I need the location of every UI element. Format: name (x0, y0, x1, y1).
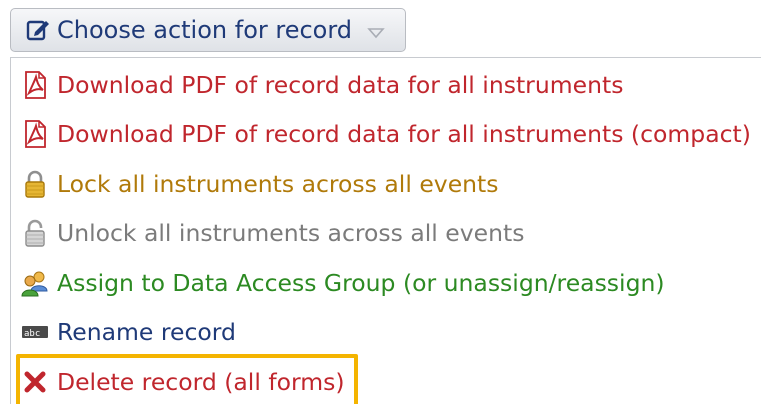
page: Choose action for record Download PDF of… (0, 0, 761, 404)
menu-item-download-pdf[interactable]: Download PDF of record data for all inst… (11, 63, 623, 107)
rename-icon: abc (21, 318, 49, 346)
caret-down-icon (367, 24, 385, 43)
edit-icon (25, 17, 51, 43)
menu-item-delete-record[interactable]: Delete record (all forms) (11, 360, 345, 404)
menu-item-label: Download PDF of record data for all inst… (57, 71, 624, 99)
menu-item-label: Download PDF of record data for all inst… (57, 120, 751, 148)
lock-icon (21, 170, 49, 198)
record-actions-menu: Download PDF of record data for all inst… (10, 57, 761, 404)
svg-text:abc: abc (24, 329, 40, 339)
pdf-icon (21, 120, 49, 148)
menu-item-label: Unlock all instruments across all events (57, 219, 525, 247)
menu-item-unlock-all[interactable]: Unlock all instruments across all events (11, 211, 524, 255)
menu-item-label: Delete record (all forms) (57, 368, 345, 396)
menu-item-label: Lock all instruments across all events (57, 170, 499, 198)
menu-item-rename-record[interactable]: abc Rename record (11, 310, 236, 354)
menu-item-download-pdf-compact[interactable]: Download PDF of record data for all inst… (11, 112, 751, 156)
menu-item-lock-all[interactable]: Lock all instruments across all events (11, 162, 499, 206)
dropdown-label: Choose action for record (57, 16, 353, 44)
choose-action-dropdown-button[interactable]: Choose action for record (10, 8, 406, 52)
pdf-icon (21, 71, 49, 99)
menu-item-label: Assign to Data Access Group (or unassign… (57, 269, 665, 297)
delete-x-icon (21, 368, 49, 396)
menu-item-assign-dag[interactable]: Assign to Data Access Group (or unassign… (11, 261, 665, 305)
menu-item-label: Rename record (57, 318, 236, 346)
user-group-icon (21, 269, 49, 297)
unlock-icon (21, 219, 49, 247)
